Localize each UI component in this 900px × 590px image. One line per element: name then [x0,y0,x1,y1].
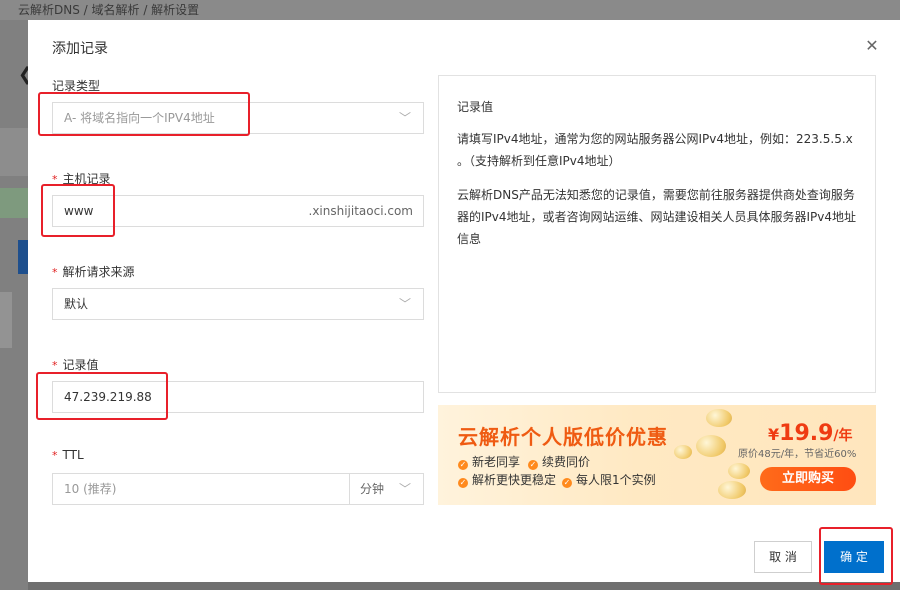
ok-button[interactable]: 确 定 [824,541,884,573]
promo-feature: ✓ 解析更快更稳定 [458,473,557,488]
highlight-host-record [41,184,115,237]
record-value-label: * 记录值 [52,358,99,372]
source-value: 默认 [64,297,89,311]
promo-price-note: 原价48元/年，节省近60% [738,449,857,460]
cancel-button[interactable]: 取 消 [754,541,812,573]
promo-feature: ✓ 每人限1个实例 [562,473,656,488]
promo-feature: ✓ 新老同享 [458,455,521,470]
help-title: 记录值 [457,100,494,114]
background-breadcrumb: 云解析DNS / 域名解析 / 解析设置 [0,0,900,20]
background-side-tab [0,292,12,348]
background-sidebar: ❮ [0,20,33,590]
background-bottom [28,582,900,590]
ttl-unit-select[interactable]: 分钟 ﹀ [349,474,423,504]
domain-suffix: .xinshijitaoci.com [308,204,414,218]
close-icon[interactable]: ✕ [860,34,884,58]
background-success-panel [0,188,28,218]
record-value-help-panel: 记录值 请填写IPv4地址，通常为您的网站服务器公网IPv4地址，例如：223.… [438,75,876,393]
highlight-record-type [38,92,250,136]
check-icon: ✓ [458,478,468,488]
ttl-select[interactable]: 10 (推荐) 分钟 ﹀ [52,473,424,505]
buy-now-button[interactable]: 立即购买 [760,467,856,491]
help-paragraph-2: 云解析DNS产品无法知悉您的记录值，需要您前往服务器提供商处查询服务器的IPv4… [457,188,857,246]
ttl-value: 10 (推荐) [64,482,117,496]
promo-banner[interactable]: 云解析个人版低价优惠 ✓ 新老同享 ✓ 续费同价 ✓ 解析更快更稳定 ✓ 每人限1个实例… [438,405,876,505]
promo-price: ¥19.9/年 [768,421,853,446]
chevron-down-icon: ﹀ [398,297,411,311]
dialog-title: 添加记录 [52,41,108,57]
chevron-down-icon: ﹀ [398,111,411,125]
background-panel [0,128,28,176]
check-icon: ✓ [562,478,572,488]
help-paragraph-1: 请填写IPv4地址，通常为您的网站服务器公网IPv4地址，例如：223.5.5.… [457,132,853,168]
check-icon: ✓ [528,460,538,470]
ttl-label: * TTL [52,448,84,462]
background-primary-button [18,240,28,274]
promo-feature: ✓ 续费同价 [528,455,591,470]
check-icon: ✓ [458,460,468,470]
highlight-record-value [36,372,168,420]
promo-title: 云解析个人版低价优惠 [458,425,668,449]
source-label: * 解析请求来源 [52,265,135,279]
add-record-dialog: 添加记录 ✕ 记录类型 A- 将域名指向一个IPV4地址 ﹀ * 主机记录 www… [28,20,900,585]
coin-icon [696,435,726,457]
coin-icon [706,409,732,427]
coin-icon [718,481,746,499]
coin-icon [728,463,750,479]
coin-icon [674,445,692,459]
chevron-down-icon: ﹀ [398,482,411,496]
source-select[interactable]: 默认 ﹀ [52,288,424,320]
